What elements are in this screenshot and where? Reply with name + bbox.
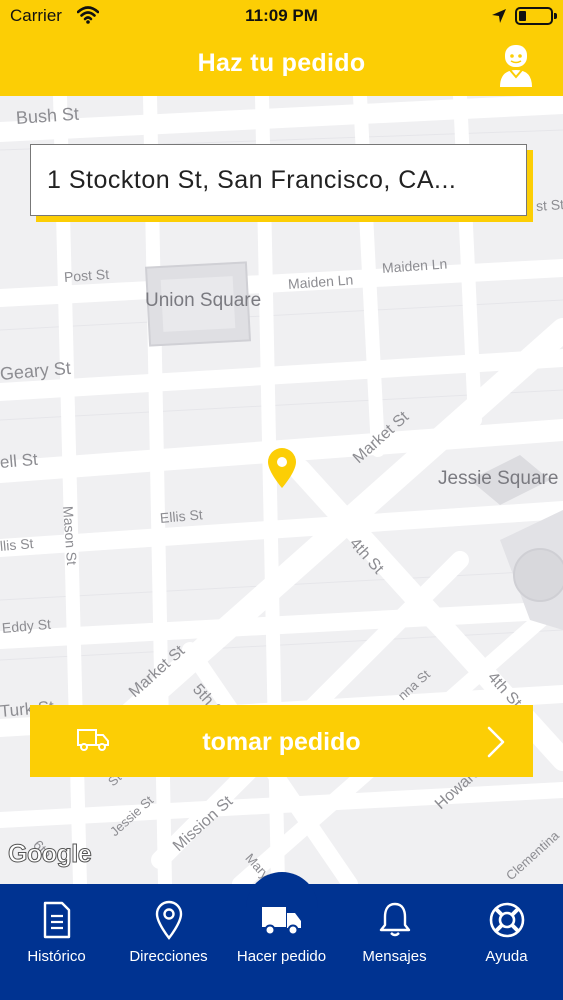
place-label: Union Square — [145, 290, 262, 311]
bell-icon — [379, 902, 410, 937]
tab-label: Ayuda — [485, 948, 528, 965]
tab-hacer-pedido[interactable]: Hacer pedido — [225, 884, 338, 1000]
document-icon — [43, 901, 70, 939]
lifebuoy-icon — [489, 902, 524, 938]
address-input[interactable] — [31, 145, 526, 215]
street-label: ell St — [0, 449, 39, 472]
bottom-tab-bar: Histórico Direcciones Hacer pedido Mensa… — [0, 872, 563, 1000]
google-attribution: Google — [7, 840, 92, 869]
street-label: llis St — [0, 535, 35, 554]
tab-direcciones[interactable]: Direcciones — [112, 884, 225, 1000]
tab-label: Histórico — [27, 948, 86, 965]
take-order-button[interactable]: tomar pedido — [30, 705, 533, 777]
take-order-label: tomar pedido — [202, 728, 361, 756]
app-header: Haz tu pedido — [0, 34, 563, 96]
page-title: Haz tu pedido — [197, 49, 366, 77]
tab-label: Direcciones — [129, 948, 208, 965]
map-pin-icon — [155, 900, 182, 940]
tab-ayuda[interactable]: Ayuda — [450, 884, 563, 1000]
tab-historico[interactable]: Histórico — [0, 884, 113, 1000]
location-pin-icon[interactable] — [264, 446, 300, 490]
tab-mensajes[interactable]: Mensajes — [338, 884, 451, 1000]
user-icon[interactable] — [496, 43, 536, 87]
tab-label: Mensajes — [362, 948, 427, 965]
tab-label: Hacer pedido — [236, 948, 327, 965]
clock-time: 11:09 PM — [245, 6, 318, 25]
truck-icon — [261, 907, 301, 936]
street-label: Post St — [63, 265, 110, 285]
street-label: st St — [535, 196, 563, 214]
location-arrow-icon — [492, 9, 506, 23]
status-bar: Carrier 11:09 PM — [0, 0, 563, 34]
street-label: Bush St — [15, 103, 80, 128]
place-label: Jessie Square — [438, 468, 559, 489]
chevron-right-icon — [487, 726, 505, 758]
address-search-box — [30, 144, 527, 216]
battery-icon — [515, 7, 557, 25]
